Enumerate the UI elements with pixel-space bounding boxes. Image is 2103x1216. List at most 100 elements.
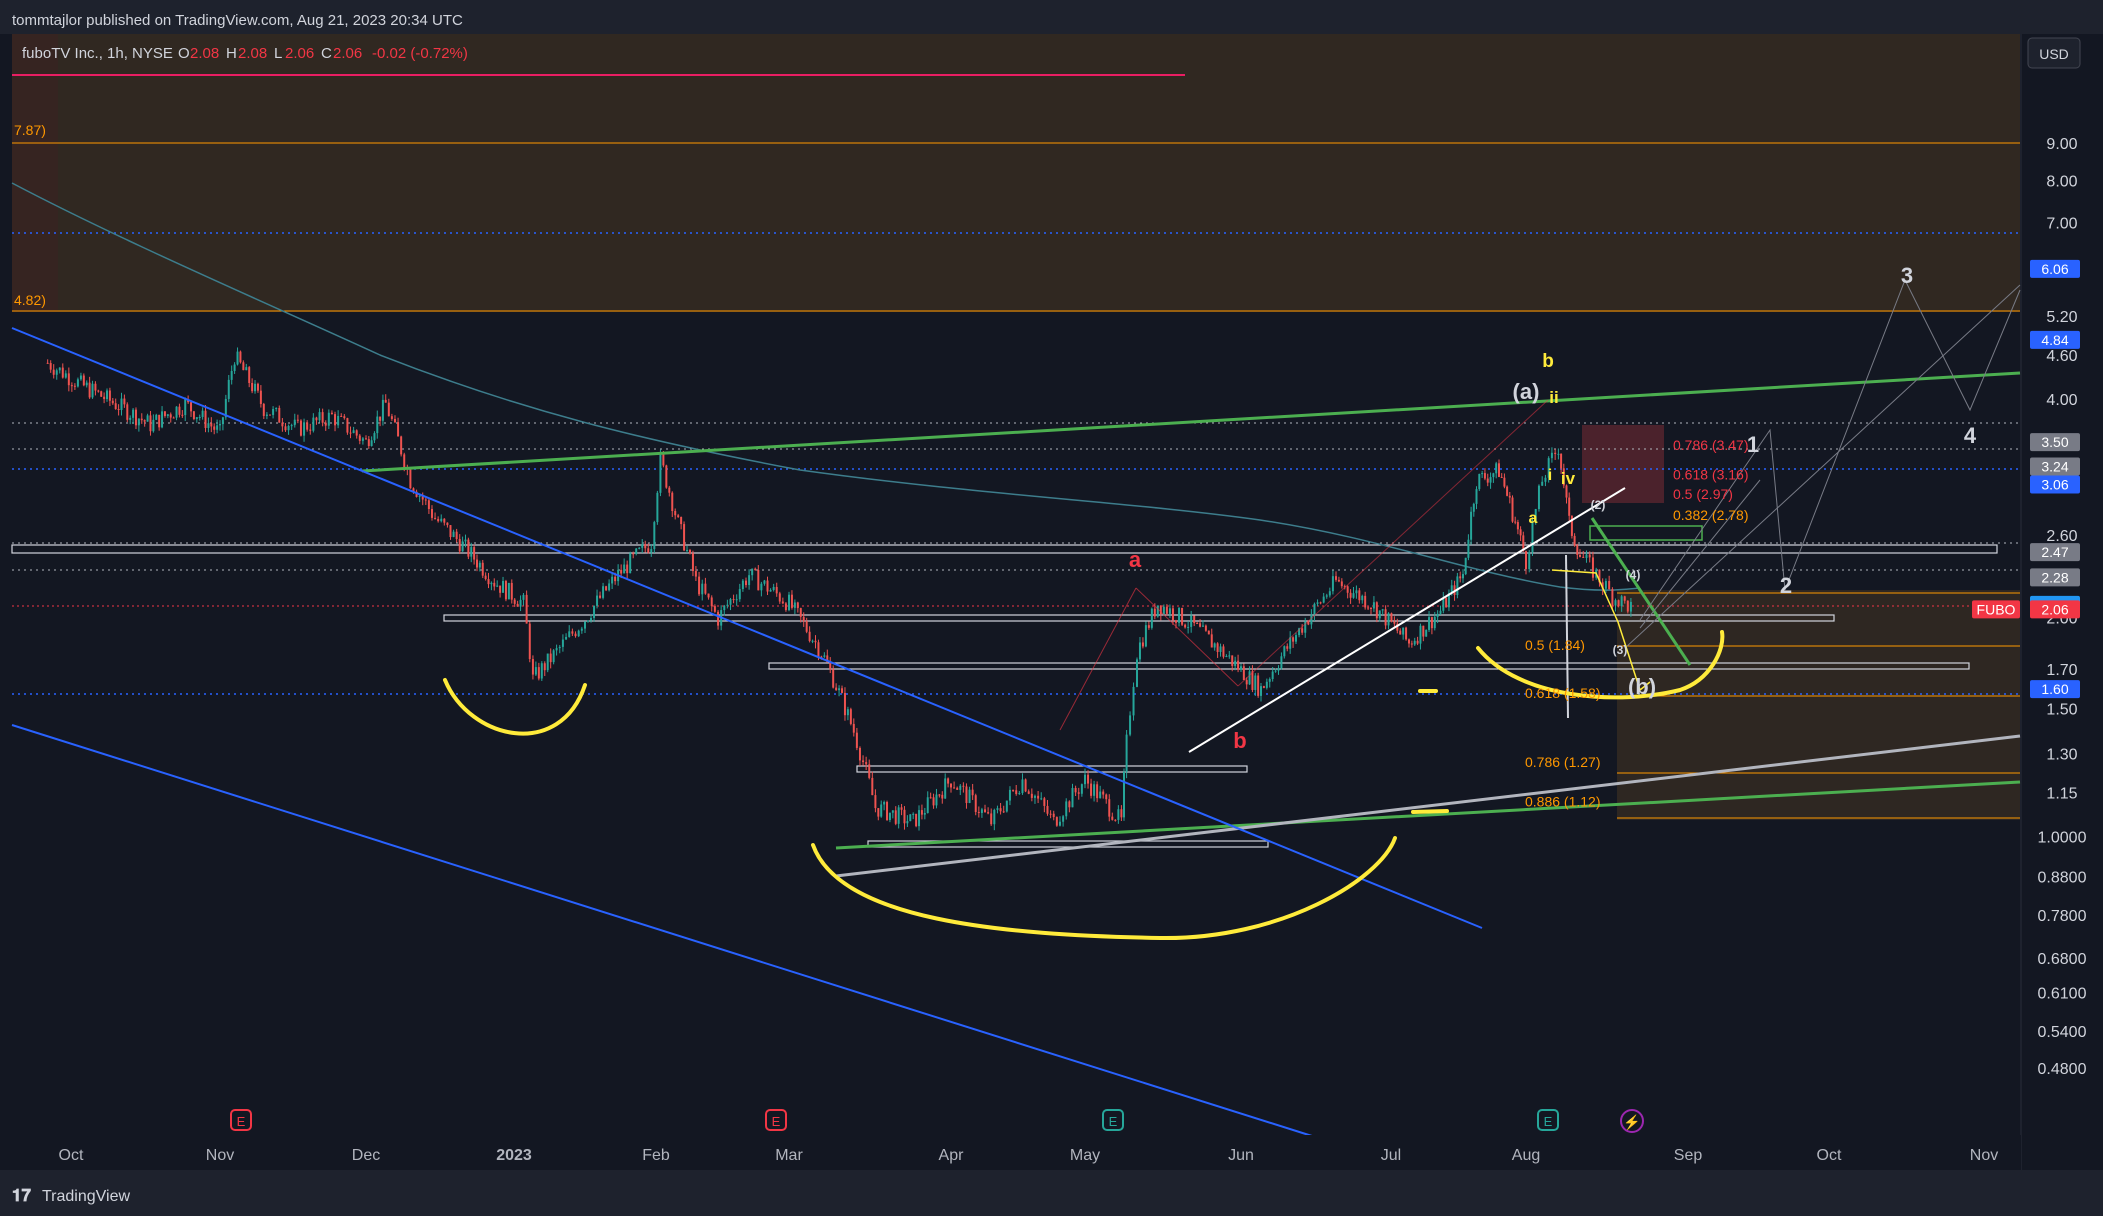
yellow-dash-2 (1411, 809, 1449, 814)
candle-body (704, 583, 707, 594)
candle-body (846, 709, 849, 716)
price-tick-label: 2.60 (2046, 528, 2077, 545)
svg-text:𝟏𝟕: 𝟏𝟕 (12, 1186, 31, 1205)
candle-body (73, 385, 76, 387)
candle-body (149, 415, 152, 432)
candle-body (312, 417, 315, 431)
candle-body (481, 562, 484, 576)
candle-body (239, 351, 242, 363)
candle-body (61, 367, 64, 378)
candle-body (843, 692, 846, 716)
candle-body (1181, 607, 1184, 625)
candle-body (1384, 609, 1387, 626)
currency-button[interactable]: USD (2027, 37, 2081, 69)
candle-body (1248, 671, 1251, 685)
wave-label: (2) (1591, 498, 1606, 512)
price-tag: 2.47 (2030, 543, 2080, 562)
candle-body (476, 559, 478, 568)
candle-body (1506, 486, 1509, 496)
candle-body (686, 549, 689, 551)
wave-label: (b) (1628, 674, 1656, 699)
time-tick-label: Jul (1381, 1147, 1401, 1164)
candle-body (473, 547, 476, 560)
candle-body (1428, 617, 1431, 630)
candle-body (941, 794, 944, 799)
candle-body (962, 785, 965, 787)
candle-body (1138, 642, 1141, 660)
fib-level-label: 0.5 (1.84) (1525, 637, 1585, 653)
candle-body (1196, 623, 1199, 625)
candle-body (990, 813, 993, 825)
tradingview-logo: 𝟏𝟕 TradingView (12, 1186, 130, 1205)
candle-body (980, 809, 983, 813)
candle-body (1162, 606, 1165, 615)
candle-body (318, 412, 321, 421)
candle-body (1225, 656, 1228, 658)
candle-body (1141, 642, 1144, 647)
candle-body (811, 640, 814, 642)
candle-body (1419, 625, 1422, 644)
candle-body (710, 597, 713, 607)
candle-body (1436, 613, 1439, 617)
candle-body (540, 663, 543, 679)
candle-body (1156, 605, 1159, 617)
candle-body (1588, 554, 1591, 558)
candle-body (446, 522, 449, 526)
candle-body (1093, 784, 1096, 796)
candle-body (915, 813, 918, 827)
candle-body (1585, 554, 1588, 558)
candle-body (729, 599, 732, 605)
candle-body (1108, 799, 1111, 817)
candle-body (120, 398, 123, 411)
candle-body (1132, 686, 1135, 716)
candle-body (694, 571, 697, 577)
candle-body (1021, 779, 1024, 794)
candle-body (340, 415, 343, 417)
time-tick-label: Oct (59, 1147, 84, 1164)
candle-body (487, 579, 490, 585)
candle-body (467, 539, 470, 557)
candle-body (114, 403, 117, 409)
candle-body (653, 522, 656, 550)
candle-body (543, 663, 546, 671)
candle-body (1201, 625, 1204, 627)
candle-body (565, 636, 568, 640)
time-axis[interactable] (0, 1135, 2021, 1170)
candle-body (1445, 598, 1448, 608)
candle-body (490, 582, 493, 585)
candle-body (897, 807, 900, 824)
candle-body (632, 553, 635, 555)
price-tick-label: 0.8800 (2038, 870, 2087, 887)
fib-level-label: 0.618 (3.16) (1673, 466, 1749, 482)
candle-body (793, 602, 796, 608)
fib-level-label: 0.5 (2.97) (1673, 486, 1733, 502)
candle-body (805, 621, 808, 632)
candle-body (1604, 581, 1607, 589)
candle-body (245, 367, 248, 371)
candle-body (1099, 791, 1102, 799)
candle-body (835, 687, 838, 691)
price-tick-label: 0.4800 (2038, 1061, 2087, 1078)
fib-level-label: 0.786 (3.47) (1673, 437, 1749, 453)
candle-body (137, 418, 140, 426)
candle-body (1043, 798, 1046, 806)
candle-body (766, 580, 769, 592)
candle-body (698, 576, 701, 595)
candle-body (1486, 478, 1489, 483)
price-chart[interactable]: tommtajlor published on TradingView.com,… (0, 0, 2103, 1216)
candle-body (1367, 607, 1370, 609)
candle-body (1114, 819, 1117, 821)
candle-body (587, 620, 590, 622)
candle-body (1340, 581, 1343, 587)
candle-body (1271, 671, 1274, 680)
candle-body (169, 414, 172, 418)
svg-text:E: E (1544, 1114, 1553, 1129)
candle-body (1514, 521, 1517, 523)
candle-body (888, 812, 891, 821)
candle-body (233, 364, 236, 371)
candle-body (1105, 794, 1108, 800)
candle-body (1062, 816, 1065, 822)
candle-body (748, 575, 751, 586)
candle-body (1611, 589, 1614, 606)
candle-body (1608, 581, 1611, 590)
